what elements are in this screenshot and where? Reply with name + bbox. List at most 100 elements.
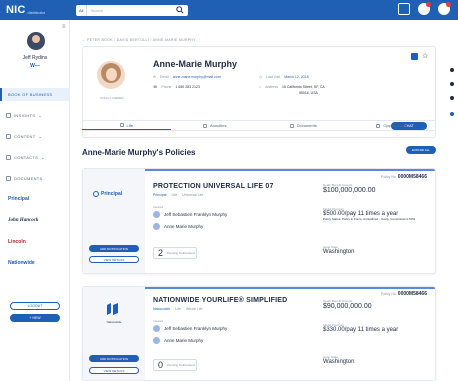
insights-icon	[6, 113, 11, 118]
add-notification-button[interactable]: ADD NOTIFICATION	[89, 355, 139, 362]
client-photo	[97, 61, 125, 89]
carrier-name: Principal	[101, 191, 123, 197]
nationwide-logo	[107, 303, 118, 315]
person-avatar	[153, 211, 160, 218]
sidebar-item-label: DOCUMENTS	[14, 176, 43, 181]
model-premium: Model Premium $330.00/pay 11 times a year	[323, 323, 398, 333]
sidebar-item-insights[interactable]: INSIGHTS ⌄	[0, 109, 70, 122]
person-avatar	[153, 223, 160, 230]
new-button[interactable]: + NEW	[10, 314, 60, 322]
client-role-label: POLICY OWNER	[100, 96, 124, 100]
indicator-dot	[450, 112, 454, 116]
policy-number-label: Policy No.	[381, 175, 397, 179]
address-label: Address	[265, 85, 278, 89]
view-details-button[interactable]: VIEW DETAILS	[89, 367, 139, 374]
expand-all-button[interactable]: EXPAND ALL	[406, 146, 436, 154]
documents-icon	[289, 123, 294, 128]
main-content: ← PETER BOOK / DAVID BERTOLLI / ANNE-MAR…	[74, 22, 444, 381]
policy-product: Universal Life	[182, 193, 204, 197]
insured-label: Insured	[153, 205, 164, 209]
user-avatar[interactable]	[27, 32, 45, 50]
address-row-2: 95016, USA	[299, 91, 318, 95]
search-icon[interactable]	[176, 6, 184, 14]
policy-subinfo: Nationwide Life Whole Life	[153, 307, 203, 311]
policy-title[interactable]: NATIONWIDE YOURLIFE® SIMPLIFIED	[153, 297, 287, 304]
policy-carrier: Nationwide	[153, 307, 171, 311]
model-premium: Model Premium $500.00/pay 11 times a year…	[323, 207, 433, 221]
carrier-logo-nationwide[interactable]: Nationwide	[8, 260, 35, 266]
insured-person[interactable]: Jeff Sebastien Franklyn Murphy	[153, 211, 227, 218]
contacts-icon	[6, 155, 11, 160]
person-name: Anne Marie Murphy	[164, 224, 204, 229]
brand-logo[interactable]: NIC	[6, 4, 26, 16]
tab-label: Annuities	[210, 123, 227, 128]
person-name: Anne Marie Murphy	[164, 338, 204, 343]
chevron-down-icon: ⌄	[38, 134, 43, 139]
sidebar-item-contacts[interactable]: CONTACTS ⌄	[0, 151, 70, 164]
carrier-logo-john-hancock[interactable]: John Hancock	[8, 218, 38, 223]
sidebar-item-label: INSIGHTS	[14, 113, 36, 118]
breadcrumb[interactable]: ← PETER BOOK / DAVID BERTOLLI / ANNE-MAR…	[82, 38, 196, 42]
policy-card: Principal ADD NOTIFICATION VIEW DETAILS …	[82, 168, 436, 274]
view-details-button[interactable]: VIEW DETAILS	[89, 256, 139, 263]
tab-opportunities[interactable]: Opportunities	[348, 121, 437, 130]
policy-subinfo: Principal Life Universal Life	[153, 193, 203, 197]
tab-documents[interactable]: Documents	[259, 121, 348, 130]
email-icon: ✉	[153, 75, 156, 79]
email-value[interactable]: anne-marie.murphy@mail.com	[173, 75, 221, 79]
address-line-1: 15 California Street, SF, CA	[281, 85, 325, 89]
issue-state: Issue State Washington	[323, 355, 354, 365]
indicator-dot	[450, 96, 454, 100]
person-name: Jeff Sebastien Franklyn Murphy	[164, 212, 228, 217]
edit-icon[interactable]	[411, 53, 418, 60]
menu-toggle-icon[interactable]: ≡	[62, 24, 66, 30]
chevron-down-icon: ⌄	[38, 113, 42, 118]
insured-person[interactable]: Anne Marie Murphy	[153, 223, 203, 230]
last-visit-label: Last Visit	[266, 75, 281, 79]
search-bar[interactable]: All Search	[76, 5, 188, 16]
death-benefit-value: $90,000,000.00	[323, 303, 372, 310]
premium-note: Policy Status: Policy in Force. Annualiz…	[323, 217, 416, 221]
inbox-icon[interactable]	[398, 3, 410, 15]
life-icon	[119, 123, 124, 127]
policy-number: Policy No. 0000M58466	[381, 291, 427, 297]
tab-life[interactable]: Life	[82, 121, 171, 130]
add-notification-button[interactable]: ADD NOTIFICATION	[89, 245, 139, 252]
pending-notifications[interactable]: 0 Pending Notifications	[153, 359, 197, 371]
sidebar-item-documents[interactable]: DOCUMENTS	[0, 172, 70, 185]
insured-person[interactable]: Jeff Sebastien Franklyn Murphy	[153, 325, 227, 332]
policy-title[interactable]: PROTECTION UNIVERSAL LIFE 07	[153, 183, 274, 190]
phone-row: ☎ Phone 1 650 283 2123	[153, 85, 200, 89]
issue-state: Issue State Washington	[323, 245, 354, 255]
address-line-2: 95016, USA	[299, 91, 318, 95]
tab-annuities[interactable]: Annuities	[171, 121, 260, 130]
search-scope-select[interactable]: All	[76, 5, 88, 16]
issue-state-value: Washington	[323, 249, 355, 255]
sidebar-item-content[interactable]: CONTENT ⌄	[0, 130, 70, 143]
carrier-logo-lincoln[interactable]: Lincoln	[8, 239, 26, 245]
sidebar-item-book-of-business[interactable]: BOOK OF BUSINESS	[0, 88, 70, 101]
pending-notifications[interactable]: 2 Pending Notifications	[153, 247, 197, 259]
profile-avatar-icon[interactable]	[438, 2, 451, 15]
notifications-icon[interactable]	[418, 2, 431, 15]
policy-card: Nationwide ADD NOTIFICATION VIEW DETAILS…	[82, 286, 436, 381]
right-edge-panel	[446, 20, 458, 381]
user-name: Jeff Rydins	[22, 55, 48, 61]
content-icon	[6, 134, 11, 139]
logout-button[interactable]: LOGOUT	[10, 302, 60, 310]
search-input[interactable]: Search	[87, 8, 188, 13]
policy-number: Policy No. 0000M58466	[381, 174, 427, 180]
email-row: ✉ Email anne-marie.murphy@mail.com	[153, 75, 221, 79]
chevron-down-icon: ⌄	[41, 155, 45, 160]
policy-number-label: Policy No.	[381, 292, 397, 296]
annuities-icon	[203, 123, 208, 128]
carrier-logo-principal[interactable]: Principal	[8, 196, 29, 202]
insured-person[interactable]: Anne Marie Murphy	[153, 337, 203, 344]
policy-tabs: Life Annuities Documents Opportunities	[82, 120, 436, 131]
death-benefit-value: $100,000,000.00	[323, 187, 376, 194]
star-icon[interactable]: ☆	[422, 53, 429, 60]
client-name: Anne-Marie Murphy	[153, 59, 238, 69]
phone-value[interactable]: 1 650 283 2123	[176, 85, 200, 89]
death-benefit: Death Benefit Amount $90,000,000.00	[323, 299, 372, 310]
location-icon: ⌂	[259, 85, 262, 89]
